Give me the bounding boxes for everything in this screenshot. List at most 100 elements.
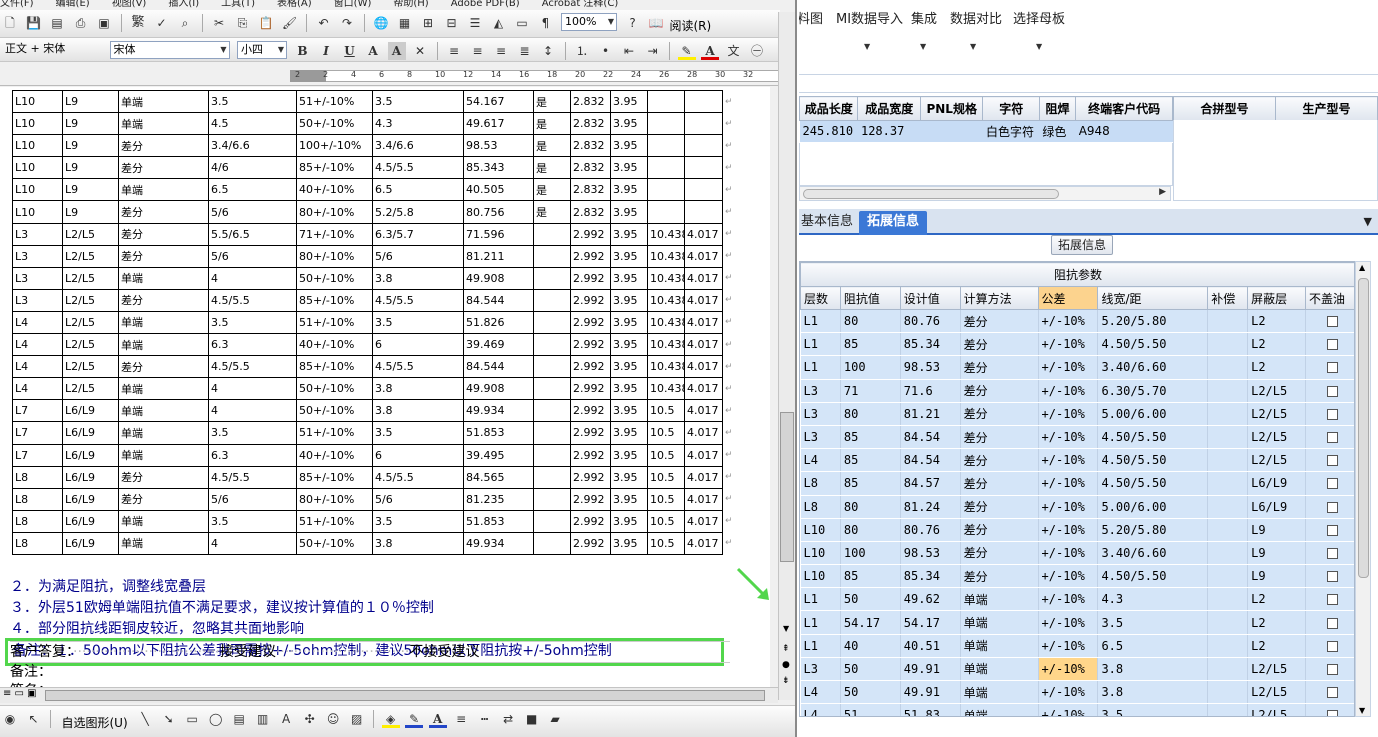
grid-row[interactable]: L4 50 49.91 单端 +/-10% 3.8 L2/L5 bbox=[800, 680, 1354, 705]
line-color-icon[interactable]: ✎ bbox=[405, 710, 424, 728]
no-cover-oil-checkbox[interactable] bbox=[1326, 362, 1338, 374]
select-browse-object-icon[interactable]: ● bbox=[782, 660, 790, 670]
grid-cell[interactable]: 差分 bbox=[960, 448, 1039, 473]
no-cover-oil-checkbox[interactable] bbox=[1326, 687, 1338, 699]
grid-row[interactable]: L8 80 81.24 差分 +/-10% 5.00/6.00 L6/L9 bbox=[800, 495, 1354, 519]
grid-cell[interactable]: 5.20/5.80 bbox=[1097, 309, 1209, 334]
grid-cell[interactable]: 差分 bbox=[960, 402, 1039, 426]
grid-cell[interactable]: 6.5 bbox=[1097, 634, 1209, 658]
menu-item-integrate[interactable]: 集成 bbox=[911, 8, 937, 27]
merge-header-cell[interactable]: 合拼型号 bbox=[1173, 96, 1276, 121]
grid-cell[interactable]: 差分 bbox=[960, 332, 1039, 357]
grid-cell[interactable]: L1 bbox=[800, 587, 841, 612]
grid-cell[interactable]: 81.24 bbox=[900, 495, 961, 519]
font-select[interactable]: 宋体 ▼ bbox=[109, 41, 230, 59]
grid-cell[interactable]: L2/L5 bbox=[1247, 703, 1306, 716]
redo-icon[interactable]: ↷ bbox=[338, 14, 356, 32]
align-left-icon[interactable]: ≡ bbox=[445, 42, 463, 60]
grid-cell[interactable]: +/-10% bbox=[1038, 309, 1099, 334]
hyperlink-icon[interactable]: 🌐 bbox=[372, 14, 390, 32]
scroll-right-icon[interactable]: ▶ bbox=[1159, 187, 1166, 197]
grid-cell[interactable]: +/-10% bbox=[1038, 355, 1099, 380]
grid-cell[interactable] bbox=[1207, 448, 1249, 473]
permission-icon[interactable]: ▤ bbox=[48, 14, 66, 32]
grid-header-cell[interactable]: 线宽/距 bbox=[1097, 286, 1209, 310]
product-cell[interactable]: 绿色 bbox=[1039, 120, 1076, 142]
print-icon[interactable]: ⎙ bbox=[72, 14, 90, 32]
grid-cell[interactable]: L4 bbox=[800, 703, 841, 716]
font-color-icon[interactable]: A bbox=[701, 42, 719, 60]
grid-cell[interactable]: L6/L9 bbox=[1247, 471, 1306, 496]
grid-row[interactable]: L10 100 98.53 差分 +/-10% 3.40/6.60 L9 bbox=[800, 541, 1354, 566]
grid-cell[interactable]: 3.5 bbox=[1097, 703, 1209, 716]
grid-cell[interactable]: 差分 bbox=[960, 309, 1039, 334]
grid-cell[interactable]: L3 bbox=[800, 657, 841, 682]
grid-cell[interactable] bbox=[1207, 379, 1249, 403]
grid-row[interactable]: L3 50 49.91 单端 +/-10% 3.8 L2/L5 bbox=[800, 657, 1354, 682]
highlight-icon[interactable]: ✎ bbox=[677, 42, 696, 60]
dash-style-icon[interactable]: ┅ bbox=[476, 710, 494, 728]
grid-cell[interactable]: 71.6 bbox=[900, 379, 961, 403]
print-preview-icon[interactable]: ▣ bbox=[95, 14, 113, 32]
grid-cell[interactable]: 差分 bbox=[960, 564, 1039, 589]
grid-cell[interactable]: 单端 bbox=[960, 587, 1039, 612]
product-header-cell[interactable]: 成品长度 bbox=[799, 96, 859, 121]
product-header-cell[interactable]: 字符 bbox=[982, 96, 1040, 121]
view-mode-icons[interactable]: ≡ ▭ ▣ bbox=[3, 688, 37, 699]
no-cover-oil-checkbox[interactable] bbox=[1326, 640, 1338, 652]
grid-cell[interactable]: 100 bbox=[840, 541, 901, 566]
grid-cell[interactable]: 差分 bbox=[960, 495, 1039, 519]
grid-cell[interactable]: 49.62 bbox=[900, 587, 961, 612]
grid-header-cell[interactable]: 层数 bbox=[800, 286, 841, 310]
product-header-cell[interactable]: 成品宽度 bbox=[857, 96, 921, 121]
grid-cell[interactable]: L10 bbox=[800, 518, 841, 542]
grid-row[interactable]: L1 54.17 54.17 单端 +/-10% 3.5 L2 bbox=[800, 610, 1354, 635]
picture-icon[interactable]: ▨ bbox=[348, 710, 366, 728]
grid-row[interactable]: L3 85 84.54 差分 +/-10% 4.50/5.50 L2/L5 bbox=[800, 425, 1354, 450]
read-mode-button[interactable]: 阅读(R) bbox=[670, 17, 712, 34]
grid-cell[interactable]: 差分 bbox=[960, 518, 1039, 542]
tab-basic-info[interactable]: 基本信息 bbox=[799, 211, 861, 235]
align-right-icon[interactable]: ≡ bbox=[492, 42, 510, 60]
product-cell[interactable]: 128.37 bbox=[857, 120, 921, 142]
save-icon[interactable]: 💾 bbox=[25, 14, 43, 32]
grid-cell[interactable]: 3.40/6.60 bbox=[1097, 355, 1209, 380]
grid-header-cell[interactable]: 计算方法 bbox=[959, 286, 1039, 310]
oval-icon[interactable]: ◯ bbox=[207, 710, 225, 728]
collapse-icon[interactable]: ▼ bbox=[1364, 215, 1372, 228]
grid-cell[interactable]: 单端 bbox=[960, 610, 1039, 635]
no-cover-oil-checkbox[interactable] bbox=[1326, 524, 1338, 536]
grid-cell[interactable]: L2 bbox=[1247, 587, 1306, 612]
3d-icon[interactable]: ▰ bbox=[546, 710, 564, 728]
grid-cell[interactable]: L3 bbox=[800, 379, 841, 403]
word-menu-item[interactable]: Acrobat 注释(C) bbox=[542, 0, 619, 9]
grid-cell[interactable]: 85 bbox=[840, 425, 901, 450]
grid-cell[interactable]: L2 bbox=[1247, 634, 1306, 658]
no-cover-oil-checkbox[interactable] bbox=[1326, 408, 1338, 420]
justify-icon[interactable]: ≣ bbox=[516, 42, 534, 60]
grid-header-cell[interactable]: 补偿 bbox=[1207, 286, 1249, 310]
grid-row[interactable]: L1 100 98.53 差分 +/-10% 3.40/6.60 L2 bbox=[800, 355, 1354, 380]
product-header-cell[interactable]: 阻焊 bbox=[1038, 96, 1077, 121]
grid-cell[interactable] bbox=[1207, 703, 1249, 716]
menu-item-select-panel[interactable]: 选择母板 bbox=[1013, 8, 1065, 27]
arrow-style-icon[interactable]: ⇄ bbox=[499, 710, 517, 728]
enclose-char-icon[interactable]: ㊀ bbox=[748, 42, 766, 60]
grid-cell[interactable]: 50 bbox=[840, 587, 901, 612]
mi-import-dropdown-icon[interactable]: ▼ bbox=[864, 42, 870, 51]
grid-cell[interactable] bbox=[1207, 332, 1249, 357]
grid-cell[interactable]: 4.50/5.50 bbox=[1097, 471, 1209, 496]
tab-extended-info[interactable]: 拓展信息 bbox=[859, 211, 928, 235]
undo-icon[interactable]: ↶ bbox=[315, 14, 333, 32]
grid-cell[interactable]: L2 bbox=[1247, 309, 1306, 334]
grid-cell[interactable]: L2/L5 bbox=[1247, 657, 1306, 682]
integrate-dropdown-icon[interactable]: ▼ bbox=[920, 42, 926, 51]
no-cover-oil-checkbox[interactable] bbox=[1326, 594, 1338, 606]
grid-cell[interactable]: L2 bbox=[1247, 610, 1306, 635]
grid-cell[interactable]: 5.20/5.80 bbox=[1097, 518, 1209, 542]
read-mode-icon[interactable]: 📖 bbox=[647, 14, 665, 32]
align-center-icon[interactable]: ≡ bbox=[469, 42, 487, 60]
grid-cell[interactable]: L8 bbox=[800, 495, 841, 519]
cut-icon[interactable]: ✂ bbox=[210, 14, 228, 32]
grid-cell[interactable]: +/-10% bbox=[1038, 495, 1099, 519]
